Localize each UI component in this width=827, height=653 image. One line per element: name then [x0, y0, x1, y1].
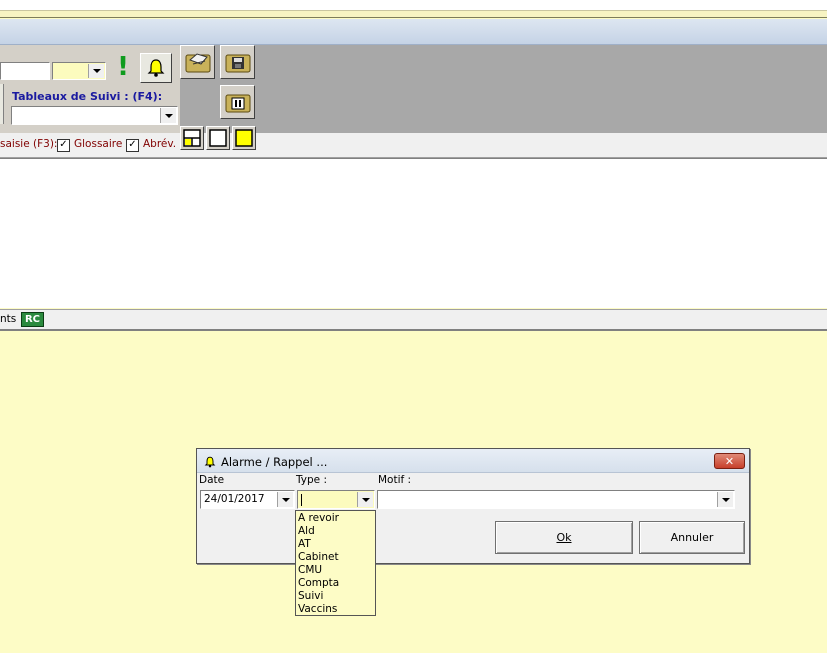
layout-split-button[interactable]	[180, 126, 204, 150]
alert-exclamation-button[interactable]: !	[110, 53, 136, 80]
type-option[interactable]: Vaccins	[296, 603, 375, 616]
alarme-rappel-dialog: Alarme / Rappel ... ✕ Date Type : Motif …	[196, 448, 750, 564]
type-combo[interactable]	[297, 490, 375, 509]
toolbar-text-input[interactable]	[0, 62, 50, 80]
floppy-save-icon	[225, 54, 250, 73]
top-strip-upper	[0, 0, 827, 10]
exclamation-icon: !	[117, 51, 129, 82]
status-strip	[0, 309, 827, 331]
split-layout-icon	[183, 129, 201, 147]
printer-icon	[185, 53, 210, 73]
pause-icon	[225, 94, 250, 113]
annuler-button[interactable]: Annuler	[639, 521, 745, 554]
annuler-button-label: Annuler	[670, 531, 714, 544]
top-strip	[0, 10, 827, 18]
type-option[interactable]: CMU	[296, 564, 375, 577]
status-left-text: nts	[0, 313, 17, 325]
motif-label: Motif :	[378, 474, 412, 486]
type-option[interactable]: Ald	[296, 525, 375, 538]
tableaux-suivi-combo[interactable]	[11, 106, 178, 125]
dialog-close-button[interactable]: ✕	[714, 453, 745, 469]
rc-badge[interactable]: RC	[21, 312, 44, 327]
glossaire-label: Glossaire	[74, 138, 123, 150]
bell-alarm-button[interactable]	[140, 53, 172, 83]
options-row	[0, 133, 827, 158]
toolbar-yellow-combo[interactable]	[52, 62, 106, 80]
glossaire-checkbox[interactable]: ✓	[57, 138, 70, 152]
layout-white-button[interactable]	[206, 126, 230, 150]
type-dropdown-list[interactable]: A revoir Ald AT Cabinet CMU Compta Suivi…	[295, 510, 376, 616]
tableaux-separator	[0, 84, 4, 124]
ok-button[interactable]: Ok	[495, 521, 633, 554]
type-option[interactable]: Suivi	[296, 590, 375, 603]
text-content-area[interactable]	[0, 158, 827, 308]
date-label: Date	[199, 474, 225, 486]
saisie-label: saisie (F3):	[0, 138, 58, 150]
abrev-checkbox[interactable]: ✓	[126, 138, 139, 152]
white-square-icon	[209, 129, 227, 147]
bell-icon	[147, 59, 165, 77]
dialog-title: Alarme / Rappel ...	[221, 455, 328, 469]
type-label: Type :	[296, 474, 327, 486]
abrev-label: Abrév.	[143, 138, 177, 150]
yellow-square-icon	[235, 129, 253, 147]
type-option[interactable]: A revoir	[296, 512, 375, 525]
layout-yellow-button[interactable]	[232, 126, 256, 150]
close-icon: ✕	[724, 454, 735, 468]
print-button[interactable]	[180, 45, 215, 79]
date-value: 24/01/2017	[204, 493, 265, 505]
pause-button[interactable]	[220, 85, 255, 119]
motif-combo[interactable]	[377, 490, 735, 509]
tableaux-suivi-label: Tableaux de Suivi : (F4):	[12, 90, 163, 103]
ok-button-label: Ok	[556, 531, 572, 544]
dialog-bell-icon	[204, 456, 216, 468]
date-combo[interactable]: 24/01/2017	[200, 490, 295, 509]
type-option[interactable]: AT	[296, 538, 375, 551]
type-option[interactable]: Compta	[296, 577, 375, 590]
window-titlebar	[0, 19, 827, 45]
save-button[interactable]	[220, 45, 255, 79]
text-caret	[301, 494, 302, 506]
type-option[interactable]: Cabinet	[296, 551, 375, 564]
